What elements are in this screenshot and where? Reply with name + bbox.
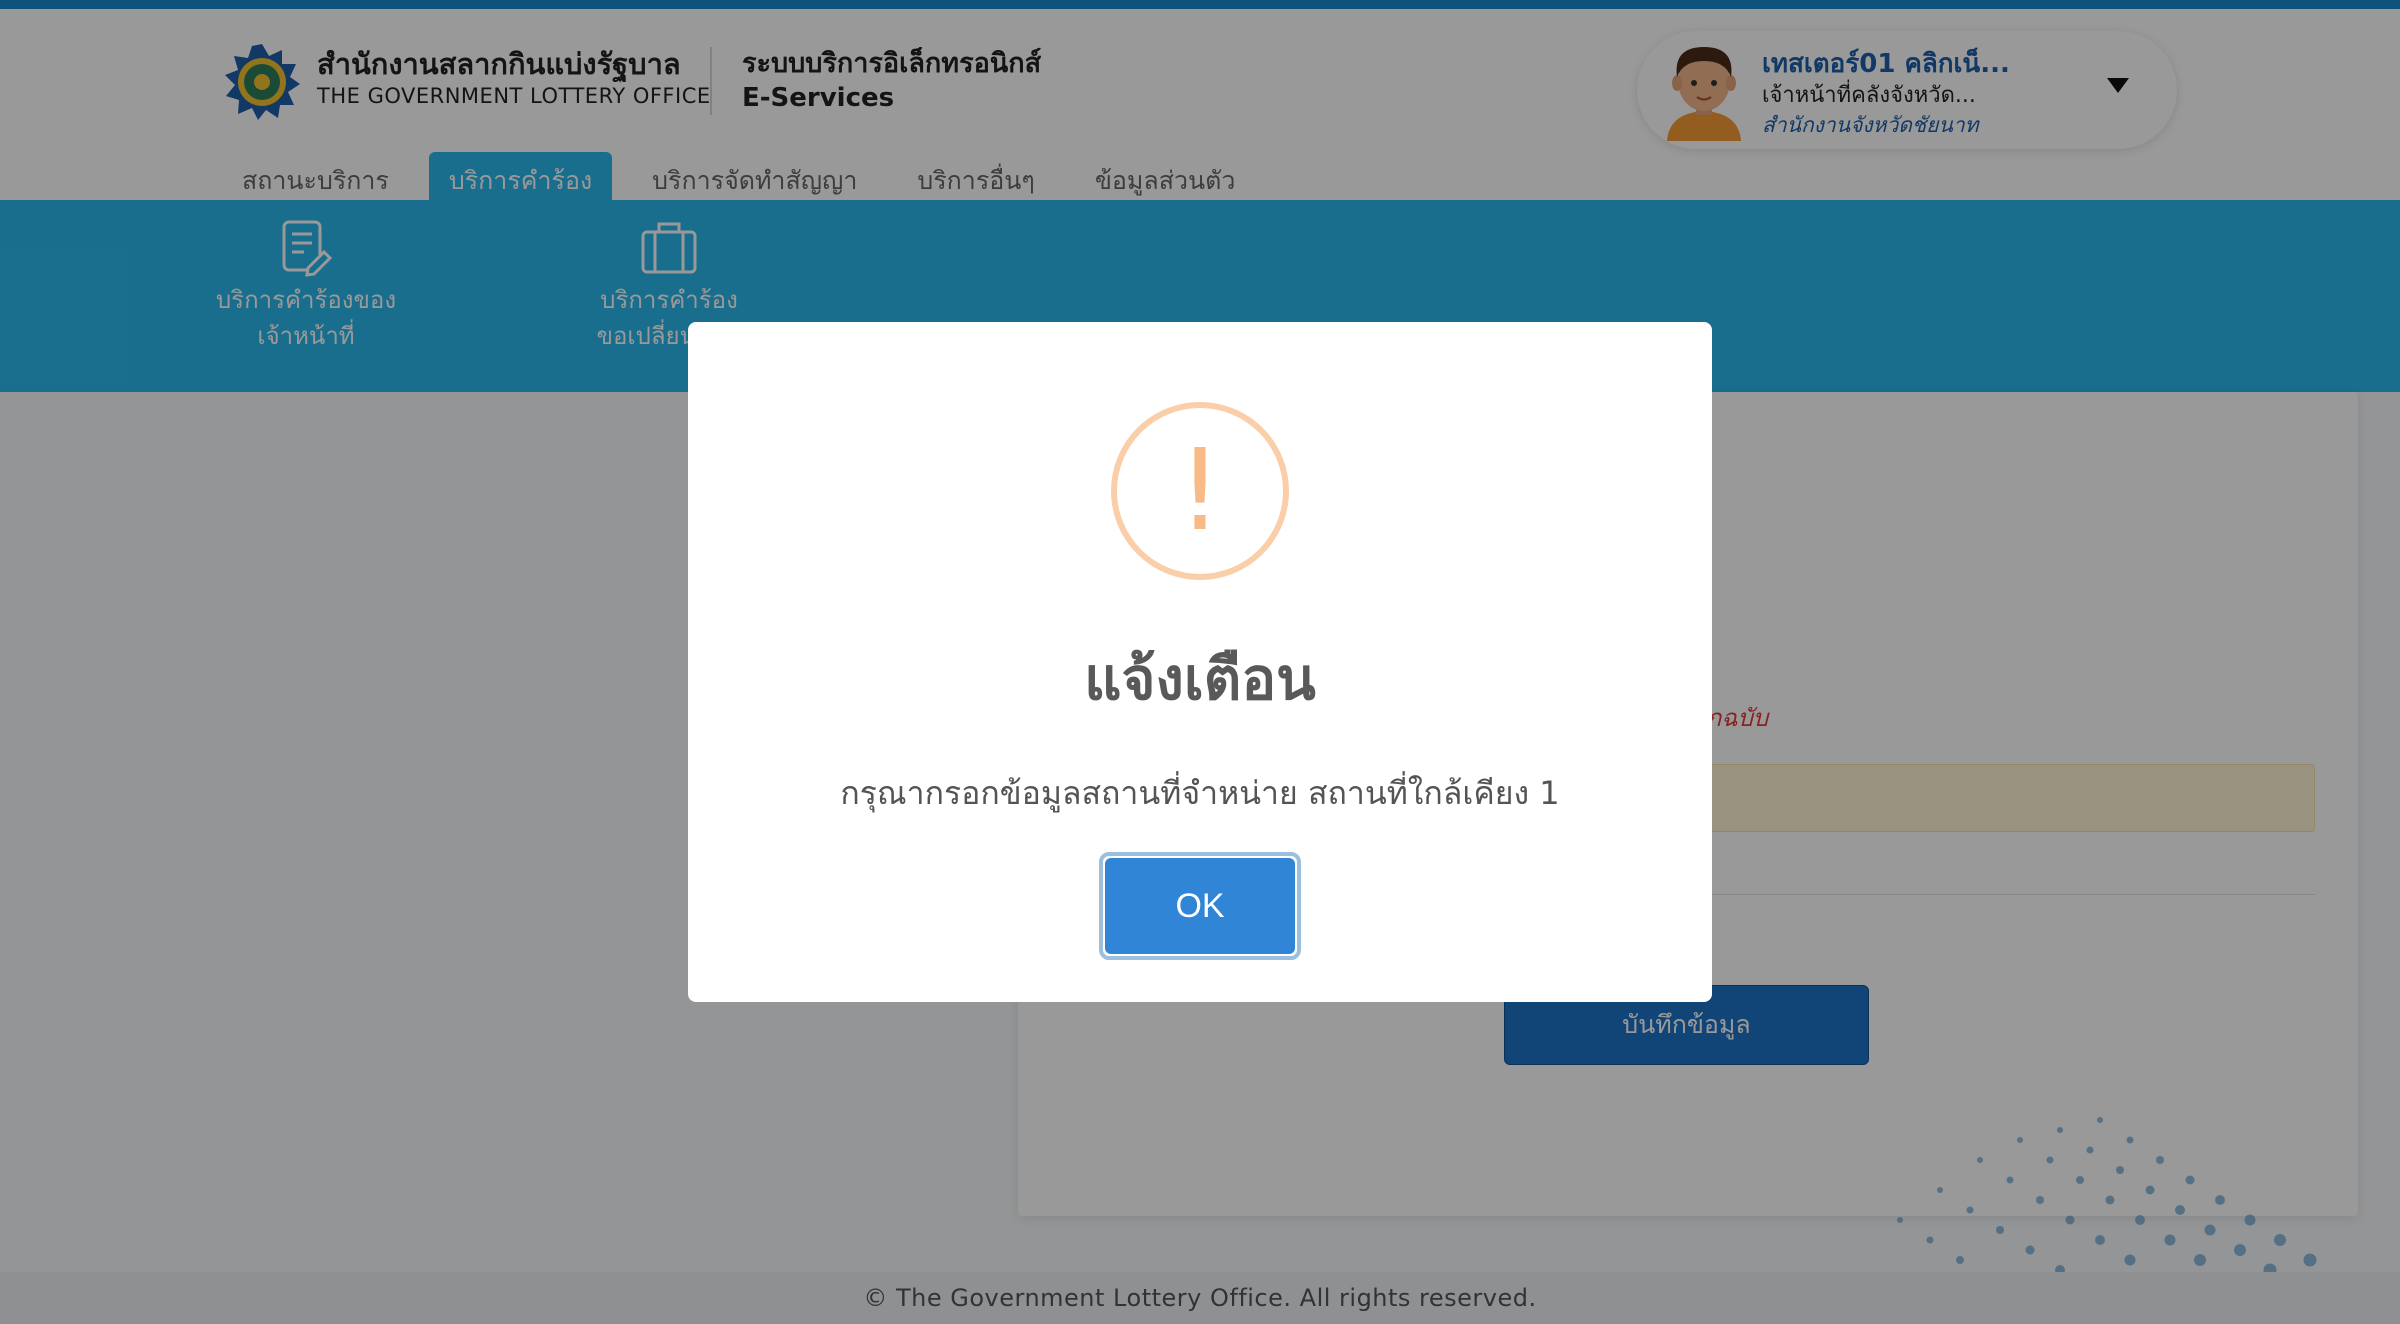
alert-dialog: ! แจ้งเตือน กรุณากรอกข้อมูลสถานที่จำหน่า… <box>688 322 1712 1002</box>
dialog-message: กรุณากรอกข้อมูลสถานที่จำหน่าย สถานที่ใกล… <box>840 774 1560 812</box>
warning-icon: ! <box>1111 402 1289 580</box>
ok-button[interactable]: OK <box>1105 858 1295 954</box>
exclamation-mark: ! <box>1177 426 1223 556</box>
dialog-title: แจ้งเตือน <box>1084 645 1316 713</box>
